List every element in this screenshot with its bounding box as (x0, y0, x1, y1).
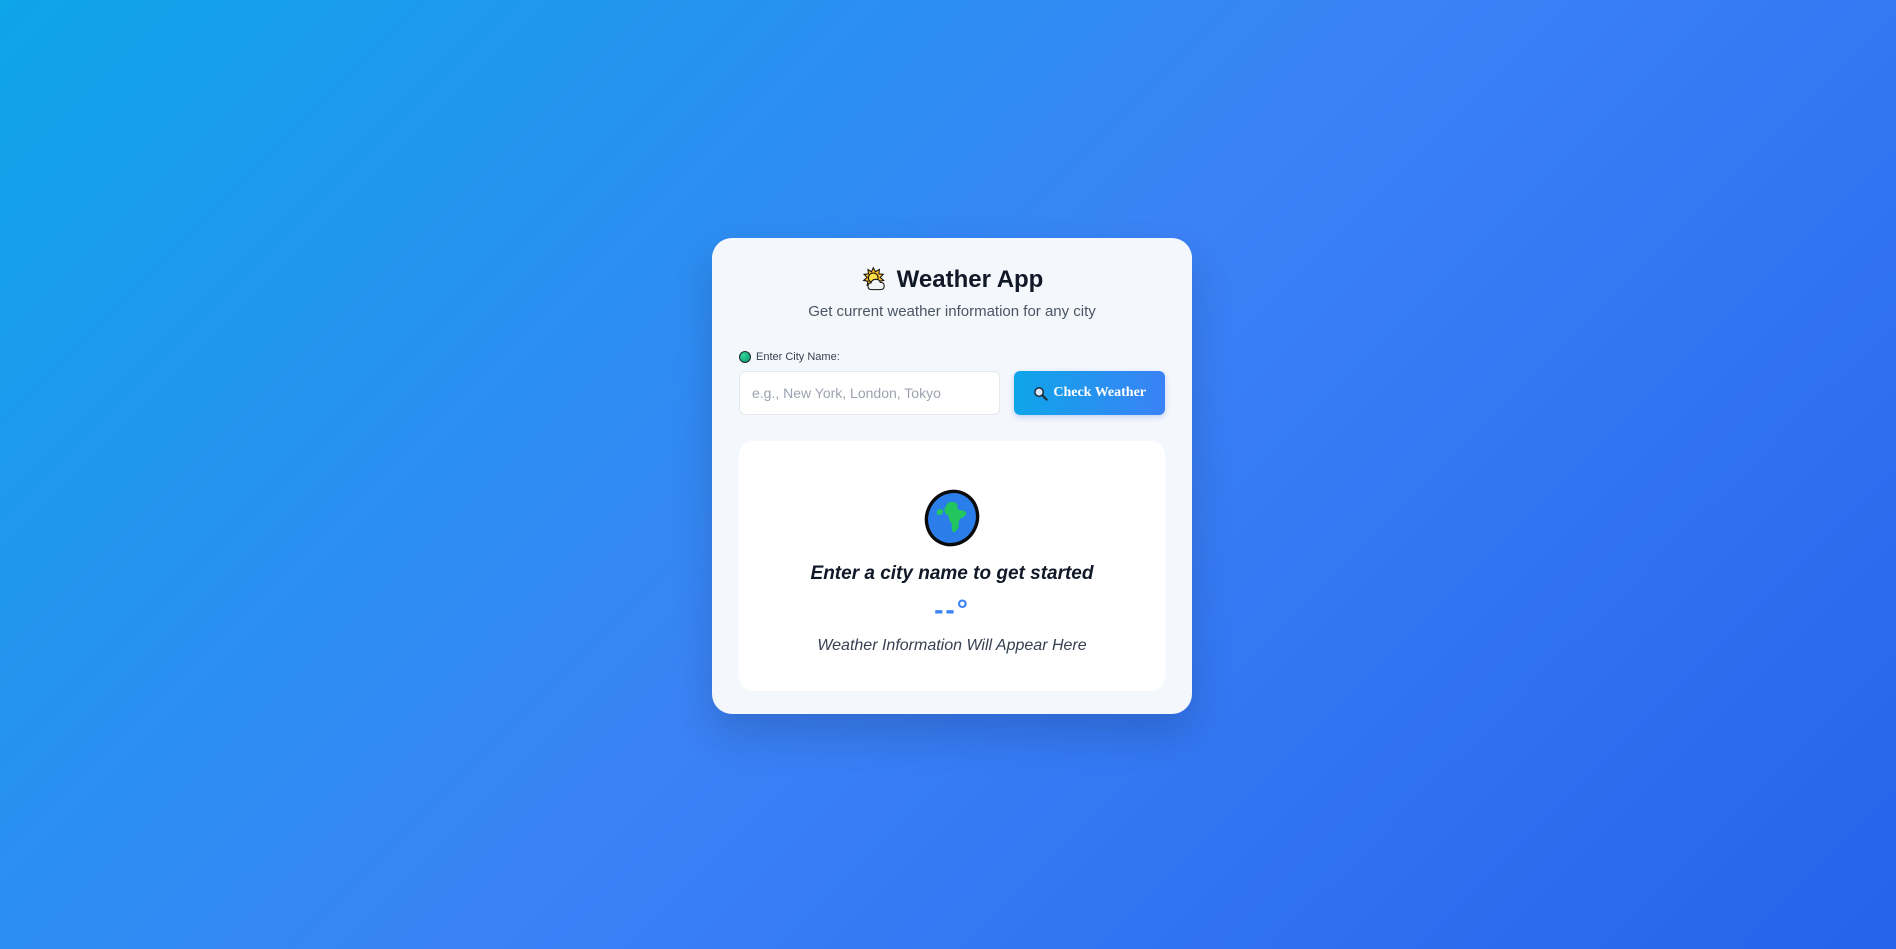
subtitle: Get current weather information for any … (808, 303, 1096, 320)
app-title-text: Weather App (896, 266, 1044, 293)
header: Weather App Get current weather informat… (739, 264, 1165, 320)
weather-result-panel: Enter a city name to get started --° Wea… (739, 441, 1165, 691)
weather-card: Weather App Get current weather informat… (712, 238, 1192, 714)
result-title: Enter a city name to get started (810, 563, 1094, 584)
city-label-text: Enter City Name: (756, 351, 840, 363)
check-weather-label: Check Weather (1053, 385, 1147, 400)
check-weather-button[interactable]: Check Weather (1014, 371, 1165, 415)
globe-icon (924, 489, 980, 547)
weather-description: Weather Information Will Appear Here (817, 637, 1087, 654)
search-icon (1034, 386, 1048, 401)
sun-behind-cloud-icon (862, 266, 885, 291)
temperature-display: --° (934, 594, 970, 625)
page-title: Weather App (739, 264, 1165, 296)
search-row: Check Weather (739, 371, 1165, 415)
green-circle-icon (739, 351, 751, 363)
city-input[interactable] (739, 371, 1001, 415)
city-field-label: Enter City Name: (739, 350, 1165, 364)
